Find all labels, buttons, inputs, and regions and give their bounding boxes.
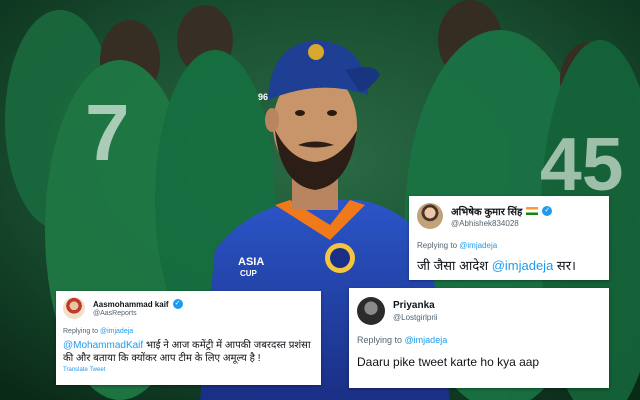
- tweet-text: जी जैसा आदेश @imjadeja सर।: [417, 256, 601, 274]
- mention-link[interactable]: @imjadeja: [492, 258, 554, 273]
- tweet-header: Priyanka @Lostgirlprii: [357, 297, 601, 325]
- tweet-card-abhishek[interactable]: अभिषेक कुमार सिंह ✓ @Abhishek834028 Repl…: [409, 196, 609, 280]
- replying-label: Replying to: [417, 241, 458, 250]
- translate-tweet-link[interactable]: Translate Tweet: [63, 367, 314, 373]
- avatar[interactable]: [63, 297, 85, 319]
- tweet-text-suffix: सर।: [553, 258, 576, 273]
- svg-text:CUP: CUP: [240, 269, 258, 278]
- tweet-text: @MohammadKaif भाई ने आज कमेंट्री में आपक…: [63, 339, 314, 365]
- verified-badge-icon: ✓: [172, 299, 183, 309]
- replying-to-link[interactable]: @imjadeja: [100, 328, 133, 335]
- verified-badge-icon: ✓: [542, 206, 553, 216]
- user-handle[interactable]: @Abhishek834028: [451, 219, 552, 228]
- avatar[interactable]: [417, 203, 443, 229]
- avatar[interactable]: [357, 297, 385, 325]
- tweet-header: अभिषेक कुमार सिंह ✓ @Abhishek834028: [417, 203, 601, 229]
- tweet-text-prefix: जी जैसा आदेश: [417, 258, 492, 273]
- display-name[interactable]: अभिषेक कुमार सिंह: [451, 204, 522, 218]
- replying-label: Replying to: [357, 335, 403, 345]
- svg-text:ASIA: ASIA: [238, 256, 264, 268]
- replying-to-line: Replying to @imjadeja: [63, 328, 314, 335]
- tweet-text: Daaru pike tweet karte ho kya aap: [357, 355, 540, 369]
- tweet-card-kaif[interactable]: Aasmohammad kaif ✓ @AasReports Replying …: [56, 291, 321, 385]
- replying-to-line: Replying to @imjadeja: [357, 335, 601, 345]
- user-handle[interactable]: @AasReports: [93, 310, 183, 317]
- india-flag-icon: [526, 207, 539, 215]
- svg-text:96: 96: [258, 92, 268, 102]
- jersey-number-45: 45: [540, 122, 623, 206]
- replying-to-link[interactable]: @imjadeja: [459, 241, 497, 250]
- tweet-header: Aasmohammad kaif ✓ @AasReports: [63, 297, 314, 319]
- tweet-card-priyanka[interactable]: Priyanka @Lostgirlprii Replying to @imja…: [349, 288, 609, 388]
- display-name[interactable]: Priyanka: [393, 300, 435, 311]
- replying-to-link[interactable]: @imjadeja: [405, 335, 448, 345]
- replying-label: Replying to: [63, 328, 99, 335]
- replying-to-line: Replying to @imjadeja: [417, 241, 601, 250]
- jersey-number-7: 7: [85, 88, 130, 177]
- mention-link[interactable]: @MohammadKaif: [63, 340, 143, 351]
- display-name[interactable]: Aasmohammad kaif: [93, 300, 169, 309]
- user-handle[interactable]: @Lostgirlprii: [393, 313, 438, 322]
